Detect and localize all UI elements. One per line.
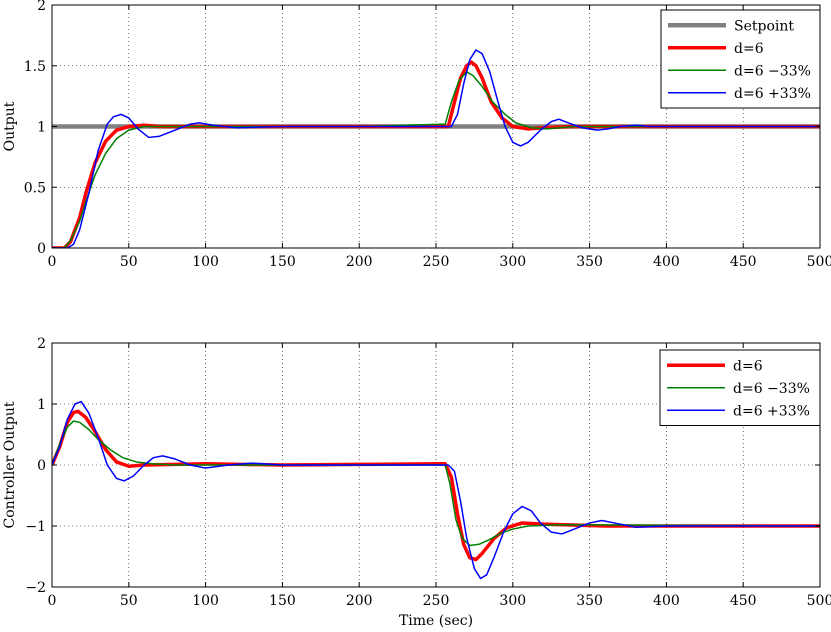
legend-label: d=6 −33%: [734, 63, 811, 79]
y-axis-title: Output: [2, 101, 18, 151]
x-tick-label: 150: [269, 593, 296, 609]
figure: 0 50 100 150 200 250 300 350 400 450 50000.511.52O…: [2, 0, 831, 629]
x-tick-label: 100: [192, 254, 219, 270]
x-tick-label: 400: [653, 593, 680, 609]
x-tick-label: 50: [120, 593, 138, 609]
x-tick-label: 50: [120, 254, 138, 270]
x-tick-label: 0: [48, 254, 57, 270]
legend-label: Setpoint: [734, 18, 794, 34]
legend-label: d=6: [733, 358, 763, 374]
y-tick-label: 1.5: [24, 59, 46, 75]
y-tick-label: 0: [37, 458, 46, 474]
x-tick-label: 400: [653, 254, 680, 270]
x-tick-label: 200: [346, 593, 373, 609]
x-tick-label: 0: [48, 593, 57, 609]
legend-label: d=6 +33%: [733, 403, 810, 419]
legend: Setpoint d=6 d=6 −33% d=6 +33%: [660, 9, 821, 109]
x-tick-label: 150: [269, 254, 296, 270]
x-axis-title: Time (sec): [399, 613, 473, 629]
legend-label: d=6: [734, 41, 764, 57]
x-tick-label: 250: [423, 593, 450, 609]
x-tick-label: 450: [730, 254, 757, 270]
y-tick-label: 2: [37, 336, 46, 352]
legend: d=6 d=6 −33% d=6 +33%: [659, 349, 821, 426]
x-tick-label: 350: [576, 254, 603, 270]
x-tick-label: 500: [807, 254, 831, 270]
y-tick-label: 0.5: [24, 180, 46, 196]
y-tick-label: 1: [37, 120, 46, 136]
output-plot: 0 50 100 150 200 250 300 350 400 450 500 0 0.5 1 1.5 2 O…: [2, 0, 831, 270]
y-tick-label: −2: [25, 580, 46, 596]
y-axis-title: Controller Output: [2, 401, 18, 528]
x-tick-label: 350: [576, 593, 603, 609]
x-tick-label: 300: [499, 254, 526, 270]
x-tick-label: 300: [499, 593, 526, 609]
x-tick-label: 100: [192, 593, 219, 609]
legend-label: d=6 +33%: [734, 86, 811, 102]
x-tick-label: 500: [807, 593, 831, 609]
x-tick-label: 250: [423, 254, 450, 270]
y-tick-label: 1: [37, 397, 46, 413]
controller-output-plot: 0 50 100 150 200 250 300 350 400 450 500 −2 −1 0 1 2 Con…: [2, 336, 831, 629]
legend-label: d=6 −33%: [733, 381, 810, 397]
y-tick-label: 2: [37, 0, 46, 14]
x-tick-label: 200: [346, 254, 373, 270]
x-tick-label: 450: [730, 593, 757, 609]
y-tick-label: −1: [25, 519, 46, 535]
y-tick-label: 0: [37, 241, 46, 257]
